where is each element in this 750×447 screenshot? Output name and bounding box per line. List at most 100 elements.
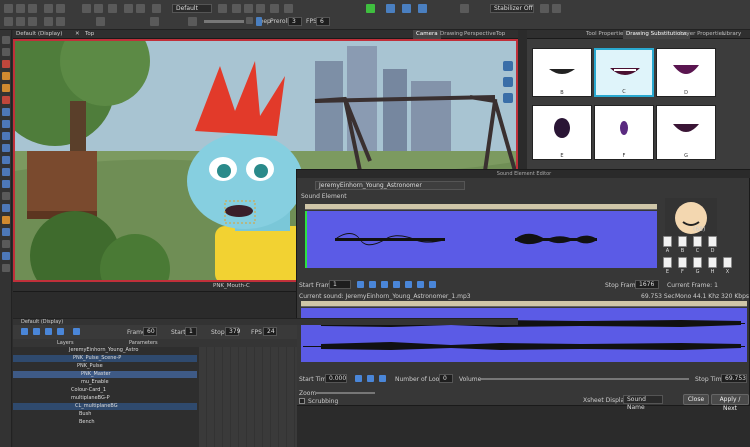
start-frame-input[interactable]: 1 [329,280,351,289]
substitution-thumb[interactable]: G [656,105,716,160]
start-input[interactable]: 1 [185,327,197,336]
full-waveform[interactable] [301,308,747,362]
layer-row[interactable]: multiplaneBG-P [13,395,197,402]
mouth-b-icon[interactable] [678,236,687,247]
tab-top[interactable]: Top [493,30,508,39]
reset-view-icon[interactable] [2,264,10,272]
redo-icon[interactable] [94,4,103,13]
substitution-thumb[interactable]: D [656,48,716,97]
apply-next-button[interactable]: Apply / Next [711,394,749,412]
onion-skin-icon[interactable] [218,4,227,13]
dropper-tool-icon[interactable] [2,144,10,152]
brush-tool-icon[interactable] [2,60,10,68]
layer-row[interactable]: Bench [13,419,197,426]
mouth-d-icon[interactable] [708,236,717,247]
loop-icon[interactable] [33,328,40,335]
frame-input[interactable]: 60 [143,327,157,336]
lasso-icon[interactable] [270,4,279,13]
zoom-slider[interactable] [315,392,375,394]
mouth-x-icon[interactable] [723,257,732,268]
deform-tool-icon[interactable] [2,192,10,200]
brush-icon[interactable] [540,4,549,13]
transform-tool-icon[interactable] [2,168,10,176]
morph-tool-icon[interactable] [2,204,10,212]
layer-row[interactable]: PNK_Pulse [13,363,197,370]
volume-slider[interactable] [481,378,689,380]
rotate-view-icon[interactable] [2,252,10,260]
copy-icon[interactable] [56,4,65,13]
grid-icon[interactable] [244,4,253,13]
palette-icon[interactable] [256,4,265,13]
mouth-h-icon[interactable] [708,257,717,268]
light-table-icon[interactable] [232,4,241,13]
start-time-input[interactable]: 0.000 [325,374,347,383]
speaker-icon[interactable] [73,328,80,335]
layer-row[interactable]: PNK_Pulse_Scene-P [13,355,197,362]
open-icon[interactable] [16,4,25,13]
substitution-thumb[interactable]: F [594,105,654,160]
align-icon[interactable] [56,17,65,26]
speed-slider[interactable] [204,20,244,23]
new-icon[interactable] [4,4,13,13]
layers-icon[interactable] [503,77,513,87]
loop-icon[interactable] [379,375,386,382]
first-frame-icon[interactable] [45,328,52,335]
flip-icon[interactable] [44,17,53,26]
last-frame-icon[interactable] [417,281,424,288]
cube-icon[interactable] [418,4,427,13]
substitution-thumb[interactable]: E [532,105,592,160]
stop-frame-input[interactable]: 1676 [635,280,659,289]
stabilizer-select[interactable]: Stabilizer Off [490,4,534,13]
select-icon[interactable] [4,17,13,26]
mouth-a-icon[interactable] [663,236,672,247]
mouth-e-icon[interactable] [663,257,672,268]
paint-icon[interactable] [366,4,375,13]
preroll-input[interactable]: 3 [288,17,302,26]
camera-icon[interactable] [460,4,469,13]
stop-time-input[interactable]: 69.753 [721,374,747,383]
loop-icon[interactable] [429,281,436,288]
first-frame-icon[interactable] [357,281,364,288]
cut-icon[interactable] [44,4,53,13]
rigging-tool-icon[interactable] [2,180,10,188]
save-icon[interactable] [28,4,37,13]
fps-input[interactable]: 24 [263,327,277,336]
play-icon[interactable] [21,328,28,335]
line-tool-icon[interactable] [2,120,10,128]
sound-waveform[interactable] [305,211,657,268]
loops-input[interactable]: 0 [439,374,453,383]
substitution-thumb[interactable]: B [532,48,592,97]
cube-icon[interactable] [386,4,395,13]
stop-input[interactable]: 379 [225,327,240,336]
rotate-icon[interactable] [136,4,145,13]
cube-icon[interactable] [402,4,411,13]
mouth-c-icon[interactable] [693,236,702,247]
view-mode-select[interactable]: Default [172,4,212,13]
deform-icon[interactable] [284,4,293,13]
play-icon[interactable] [256,17,262,26]
select-tool-icon[interactable] [2,36,10,44]
rewind-icon[interactable] [369,281,376,288]
layer-row[interactable]: PNK_Master [13,371,197,378]
mouth-g-icon[interactable] [693,257,702,268]
stop-icon[interactable] [393,281,400,288]
layer-row[interactable]: CL_multiplaneBG [13,403,197,410]
gear-icon[interactable] [152,4,161,13]
close-button[interactable]: Close [683,394,709,405]
view-toggle-icon[interactable] [503,61,513,71]
mirror-icon[interactable] [150,17,159,26]
camera-icon[interactable] [503,93,513,103]
play-icon[interactable] [355,375,362,382]
xsheet-display-select[interactable]: Sound Name [623,395,663,411]
layer-row[interactable]: mu_Enable [13,379,197,386]
zoom-tool-icon[interactable] [2,228,10,236]
close-icon[interactable]: ✕ [75,30,80,39]
sound-icon[interactable] [57,328,64,335]
loop-icon[interactable] [188,17,197,26]
mouth-f-icon[interactable] [678,257,687,268]
hand-tool-icon[interactable] [2,240,10,248]
flip-icon[interactable] [28,17,37,26]
eraser-tool-icon[interactable] [2,84,10,92]
cutter-tool-icon[interactable] [2,156,10,164]
stop-icon[interactable] [367,375,374,382]
